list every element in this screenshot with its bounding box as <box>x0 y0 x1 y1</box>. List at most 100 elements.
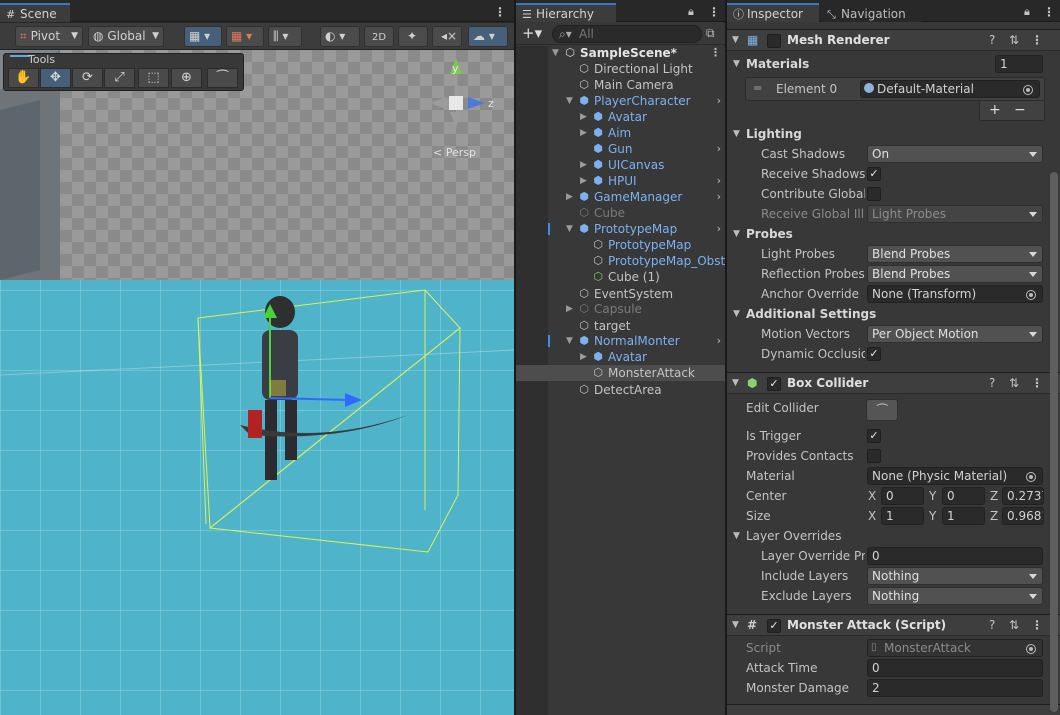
preset-icon[interactable]: ⇅ <box>1009 30 1019 51</box>
scale-tool-button[interactable]: ⤢ <box>104 68 135 88</box>
chevron-right-icon[interactable]: › <box>717 333 721 349</box>
chevron-right-icon[interactable]: › <box>717 93 721 109</box>
tree-row[interactable]: ⬡ Main Camera <box>516 77 725 93</box>
component-kebab[interactable]: ⋮ <box>1031 30 1043 51</box>
dynamic-occlusion-checkbox[interactable]: ✓ <box>867 347 881 361</box>
tree-row[interactable]: ▶ ⬢ UICanvas <box>516 157 725 173</box>
hierarchy-menu-kebab[interactable]: ⋮ <box>708 6 720 18</box>
help-icon[interactable]: ? <box>989 373 995 394</box>
attack-time-field[interactable]: 0 <box>867 659 1043 677</box>
center-y-field[interactable]: 0 <box>942 487 985 505</box>
center-x-field[interactable]: 0 <box>881 487 924 505</box>
chevron-right-icon[interactable]: › <box>717 189 721 205</box>
contribute-gi-checkbox[interactable] <box>867 187 881 201</box>
foldout-arrow[interactable]: ▼ <box>732 373 739 394</box>
tree-row[interactable]: ▶ ⬡ Capsule <box>516 301 725 317</box>
draw-mode-dropdown[interactable]: ◐ ▾ <box>320 26 360 47</box>
tree-row[interactable]: ▼ ⬢ PlayerCharacter › <box>516 93 725 109</box>
mesh-renderer-enabled-checkbox[interactable] <box>767 34 781 48</box>
tree-row[interactable]: ⬡ PrototypeMap_Obsta <box>516 253 725 269</box>
transform-tool-button[interactable]: ⊕ <box>171 68 202 88</box>
edit-collider-tool-button[interactable]: ⏜ <box>207 68 238 88</box>
is-trigger-checkbox[interactable]: ✓ <box>867 429 881 443</box>
provides-contacts-checkbox[interactable] <box>867 449 881 463</box>
mesh-renderer-header[interactable]: ▼ ▦ Mesh Renderer ? ⇅ ⋮ <box>727 29 1060 51</box>
layer-overrides-foldout[interactable]: ▼ Layer Overrides <box>727 526 1047 546</box>
tree-row-selected[interactable]: ⬡ MonsterAttack <box>516 365 725 381</box>
materials-size-field[interactable]: 1 <box>995 55 1043 73</box>
object-picker-icon[interactable] <box>1023 85 1033 95</box>
tree-row[interactable]: ⬡ Directional Light <box>516 61 725 77</box>
create-button[interactable]: +▾ <box>522 24 542 42</box>
audio-toggle[interactable]: ◂× <box>432 26 462 47</box>
include-layers-dropdown[interactable]: Nothing <box>867 567 1043 585</box>
tab-inspector[interactable]: ⓘ Inspector <box>727 3 819 22</box>
object-picker-icon[interactable] <box>1026 290 1036 300</box>
pivot-dropdown[interactable]: ⌗ Pivot ▼ <box>15 26 83 47</box>
monster-attack-enabled-checkbox[interactable]: ✓ <box>767 619 781 633</box>
lock-icon[interactable]: 🔒︎ <box>688 5 694 19</box>
light-probes-dropdown[interactable]: Blend Probes <box>867 245 1043 263</box>
box-collider-enabled-checkbox[interactable]: ✓ <box>767 377 781 391</box>
add-element-button[interactable]: + <box>989 102 1001 118</box>
move-tool-button[interactable]: ✥ <box>40 68 71 88</box>
effects-dropdown[interactable]: ☁ ▾ <box>468 26 508 47</box>
tree-row[interactable]: ⬡ Cube <box>516 205 725 221</box>
scene-menu-kebab[interactable]: ⋮ <box>494 6 506 18</box>
lighting-foldout[interactable]: ▼ Lighting <box>727 124 1047 144</box>
tree-row-samplescene[interactable]: ▼ ⬡ SampleScene* ⋮ <box>516 45 725 61</box>
tree-row[interactable]: ⬡ EventSystem <box>516 286 725 302</box>
lighting-toggle[interactable]: ✦ <box>398 26 428 47</box>
size-y-field[interactable]: 1 <box>942 507 985 525</box>
filter-icon[interactable]: ⧉ <box>706 26 715 41</box>
overlay-grip[interactable] <box>10 55 30 57</box>
cast-shadows-dropdown[interactable]: On <box>867 145 1043 163</box>
rect-tool-button[interactable]: ⬚ <box>138 68 169 88</box>
scene-kebab[interactable]: ⋮ <box>710 45 721 61</box>
drag-handle-icon[interactable]: ═ <box>754 81 761 95</box>
tree-row[interactable]: ⬡ Cube (1) <box>516 269 725 285</box>
motion-vectors-dropdown[interactable]: Per Object Motion <box>867 325 1043 343</box>
size-x-field[interactable]: 1 <box>881 507 924 525</box>
lock-icon[interactable]: 🔒︎ <box>1024 5 1030 19</box>
hierarchy-search-input[interactable]: ⌕▾ All <box>552 25 702 43</box>
tree-row[interactable]: ⬡ target <box>516 318 725 334</box>
tree-row[interactable]: ▼ ⬢ NormalMonter › <box>516 333 725 349</box>
chevron-right-icon[interactable]: › <box>717 173 721 189</box>
anchor-override-field[interactable]: None (Transform) <box>867 285 1043 303</box>
chevron-right-icon[interactable]: › <box>717 141 721 157</box>
element0-material-field[interactable]: Default-Material <box>860 80 1040 98</box>
tab-navigation[interactable]: ⤡ Navigation <box>821 3 921 22</box>
edit-collider-button[interactable]: ⏜ <box>866 399 898 421</box>
tree-row[interactable]: ▼ ⬢ PrototypeMap › <box>516 221 725 237</box>
preset-icon[interactable]: ⇅ <box>1009 373 1019 394</box>
tree-row[interactable]: ▶ ⬢ Aim <box>516 125 725 141</box>
size-z-field[interactable]: 0.9681 <box>1002 507 1044 525</box>
layer-override-priority-field[interactable]: 0 <box>867 547 1043 565</box>
object-picker-icon[interactable] <box>1026 472 1036 482</box>
inspector-scrollbar[interactable] <box>1050 172 1058 712</box>
tree-row[interactable]: ⬡ PrototypeMap <box>516 237 725 253</box>
monster-damage-field[interactable]: 2 <box>867 679 1043 697</box>
tab-scene[interactable]: # Scene <box>0 3 70 22</box>
physic-material-field[interactable]: None (Physic Material) <box>867 467 1043 485</box>
exclude-layers-dropdown[interactable]: Nothing <box>867 587 1043 605</box>
monster-attack-header[interactable]: ▼ # ✓ Monster Attack (Script) ? ⇅ ⋮ <box>727 614 1060 636</box>
mode-2d-toggle[interactable]: 2D <box>364 26 394 47</box>
foldout-arrow[interactable]: ▼ <box>732 30 739 51</box>
help-icon[interactable]: ? <box>989 30 995 51</box>
foldout-arrow[interactable]: ▼ <box>732 615 739 636</box>
chevron-right-icon[interactable]: › <box>717 221 721 237</box>
component-kebab[interactable]: ⋮ <box>1031 373 1043 394</box>
grid-snap-toggle[interactable]: ▦ ▾ <box>184 26 222 47</box>
snap-settings-dropdown[interactable]: ⫼ ▾ <box>268 26 302 47</box>
remove-element-button[interactable]: − <box>1014 102 1026 118</box>
tab-hierarchy[interactable]: ☰ Hierarchy <box>516 3 616 22</box>
reflection-probes-dropdown[interactable]: Blend Probes <box>867 265 1043 283</box>
tree-row[interactable]: ▶ ⬢ HPUI › <box>516 173 725 189</box>
tree-row[interactable]: ▶ ⬢ Avatar <box>516 349 725 365</box>
rotate-tool-button[interactable]: ⟳ <box>72 68 103 88</box>
tree-row[interactable]: ▶ ⬢ GameManager › <box>516 189 725 205</box>
tree-row[interactable]: ⬡ DetectArea <box>516 382 725 398</box>
tree-row[interactable]: ⬢ Gun › <box>516 141 725 157</box>
